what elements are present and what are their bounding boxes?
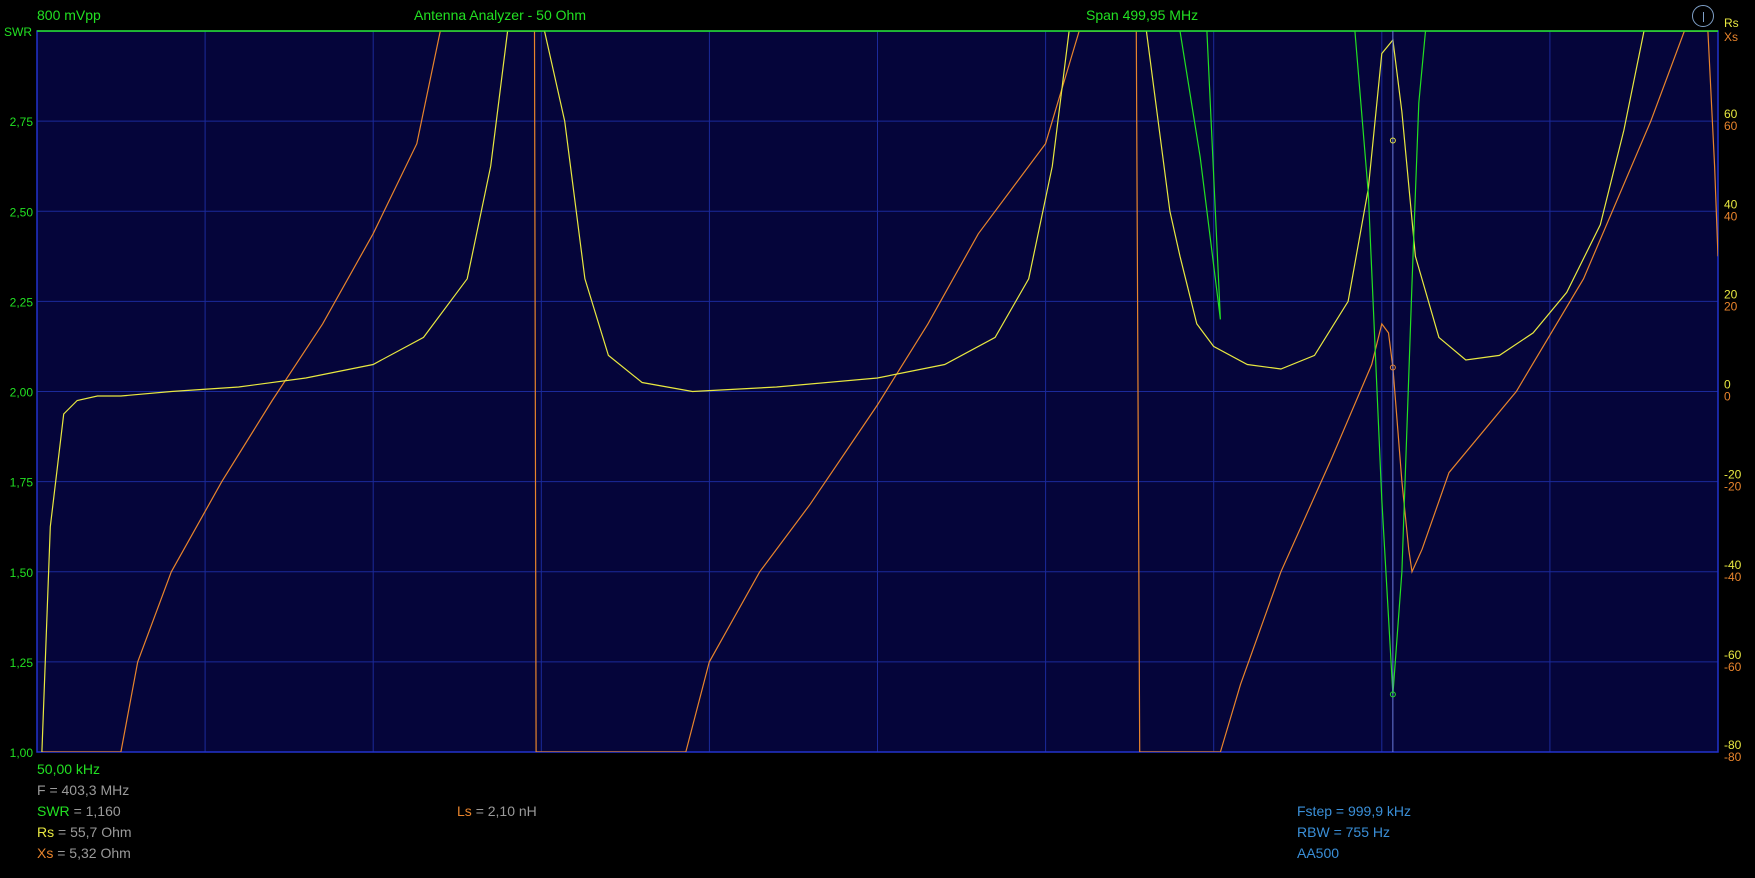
left-axis-name: SWR	[4, 25, 32, 39]
left-axis-tick-label: 1,75	[10, 476, 34, 490]
left-axis-tick-label: 1,00	[10, 746, 34, 760]
readout-rbw: RBW = 755 Hz	[1297, 824, 1390, 840]
readout-xs: Xs = 5,32 Ohm	[37, 845, 131, 861]
left-axis-tick-label: 2,75	[10, 115, 34, 129]
readout-rs: Rs = 55,7 Ohm	[37, 824, 132, 840]
ls-value: = 2,10 nH	[475, 803, 537, 819]
rbw-value: = 755 Hz	[1333, 824, 1390, 840]
readout-frequency: F = 403,3 MHz	[37, 782, 129, 798]
rs-value: = 55,7 Ohm	[58, 824, 132, 840]
fstep-value: = 999,9 kHz	[1335, 803, 1412, 819]
start-frequency: 50,00 kHz	[37, 761, 101, 777]
xs-axis-tick-label: -60	[1724, 660, 1742, 674]
xs-axis-tick-label: 60	[1724, 119, 1738, 133]
xs-value: = 5,32 Ohm	[57, 845, 131, 861]
left-axis-tick-label: 2,50	[10, 205, 34, 219]
xs-axis-tick-label: -20	[1724, 480, 1742, 494]
window-title: Antenna Analyzer - 50 Ohm	[414, 7, 586, 23]
ls-label: Ls	[457, 803, 472, 819]
xs-axis-tick-label: 40	[1724, 209, 1738, 223]
xs-axis-tick-label: 20	[1724, 299, 1738, 313]
span-label: Span 499,95 MHz	[1086, 7, 1199, 23]
left-axis-tick-label: 1,50	[10, 566, 34, 580]
readout-fstep: Fstep = 999,9 kHz	[1297, 803, 1411, 819]
left-axis-tick-label: 2,00	[10, 386, 34, 400]
xs-axis-tick-label: 0	[1724, 390, 1731, 404]
f-label: F	[37, 782, 46, 798]
readout-ls: Ls = 2,10 nH	[457, 803, 537, 819]
xs-axis-name: Xs	[1724, 30, 1738, 44]
f-value: = 403,3 MHz	[49, 782, 130, 798]
xs-axis-tick-label: -40	[1724, 570, 1742, 584]
swr-value: = 1,160	[73, 803, 121, 819]
xs-label: Xs	[37, 845, 54, 861]
left-axis-tick-label: 2,25	[10, 295, 34, 309]
swr-label: SWR	[37, 803, 70, 819]
amplitude-label: 800 mVpp	[37, 7, 101, 23]
cursor-icon[interactable]	[1692, 5, 1714, 27]
left-axis-tick-label: 1,25	[10, 656, 34, 670]
rs-axis-name: Rs	[1724, 16, 1739, 30]
device-name: AA500	[1297, 845, 1340, 861]
rbw-label: RBW	[1297, 824, 1330, 840]
analyzer-plot: 1,001,251,501,752,002,252,502,75SWR60604…	[4, 16, 1742, 764]
xs-axis-tick-label: -80	[1724, 750, 1742, 764]
rs-label: Rs	[37, 824, 55, 840]
fstep-label: Fstep	[1297, 803, 1333, 819]
readout-swr: SWR = 1,160	[37, 803, 121, 819]
